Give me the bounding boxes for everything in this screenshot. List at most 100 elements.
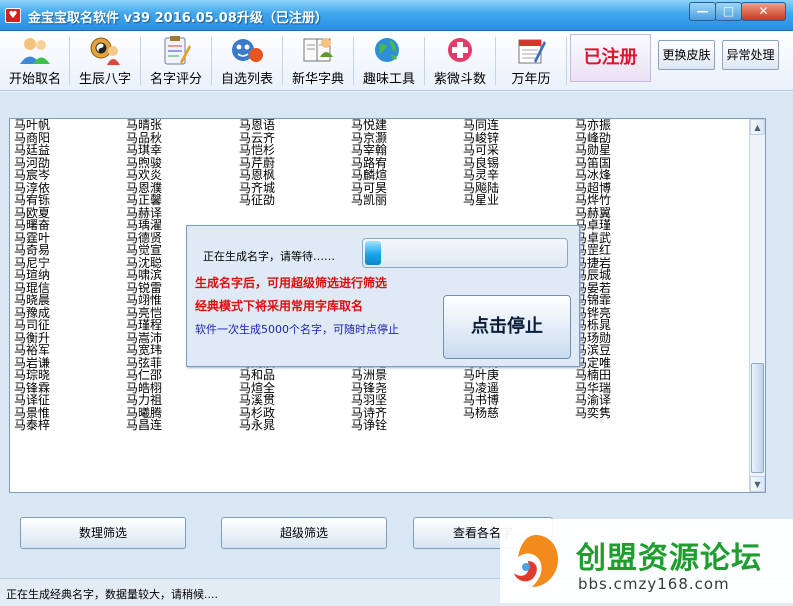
list-item[interactable]: 马星业 xyxy=(463,194,575,207)
list-item[interactable]: 马烨竹 xyxy=(575,194,687,207)
list-item[interactable]: 马正馨 xyxy=(126,194,238,207)
list-item[interactable]: 马宰翰 xyxy=(351,144,463,157)
name-column: 马亦振 马峰劭 马勋星 马笛国 马冰烽 马超博 马烨竹 马赫翼 马卓瑾 马卓武 马罡红 马捷岩 马辰城马… xyxy=(575,119,687,432)
list-item[interactable]: 马同连 xyxy=(463,119,575,132)
tool-birth-bazi[interactable]: 生辰八字 xyxy=(70,33,140,89)
list-item[interactable]: 马羽坚 xyxy=(351,394,463,407)
clipboard-icon xyxy=(158,35,194,65)
list-item[interactable]: 马杨慈 xyxy=(463,406,575,420)
minimize-button[interactable]: — xyxy=(689,2,716,21)
calendar-icon xyxy=(513,35,549,65)
list-item[interactable]: 马力祖 xyxy=(126,394,238,407)
tool-xinhua-dictionary[interactable]: 新华字典 xyxy=(283,33,353,89)
list-item[interactable]: 马永晁 xyxy=(239,419,351,432)
list-item[interactable]: 马勋星 xyxy=(575,144,687,157)
list-item[interactable]: 马卓瑾 xyxy=(575,219,687,232)
list-item[interactable]: 马罡红 xyxy=(575,244,687,257)
list-item[interactable] xyxy=(351,207,463,220)
list-item[interactable]: 马仁邵 xyxy=(126,369,238,382)
list-item[interactable]: 马悦建 xyxy=(351,119,463,132)
scroll-up-arrow-icon[interactable]: ▲ xyxy=(750,119,765,135)
list-item[interactable]: 马欢炎 xyxy=(126,169,238,182)
list-item[interactable]: 马恩语 xyxy=(239,119,351,132)
status-text: 正在生成经典名字，数据量较大，请稍候.... xyxy=(6,588,218,601)
list-item[interactable]: 马和品 xyxy=(239,369,351,382)
progress-status-text: 正在生成名字，请等待…… xyxy=(203,250,335,263)
list-item[interactable]: 马奇易 xyxy=(14,244,126,257)
list-item[interactable] xyxy=(463,207,575,220)
stop-button[interactable]: 点击停止 xyxy=(443,295,571,359)
medical-cross-icon xyxy=(442,35,478,65)
list-item[interactable]: 马亦振 xyxy=(575,119,687,132)
watermark-url: bbs.cmzy168.com xyxy=(578,575,730,593)
list-item[interactable]: 马滨豆 xyxy=(575,344,687,357)
list-item[interactable]: 马灵辛 xyxy=(463,169,575,182)
progress-bar-fill xyxy=(365,241,381,265)
tool-name-score[interactable]: 名字评分 xyxy=(141,33,211,89)
list-item[interactable]: 马书博 xyxy=(463,394,575,407)
list-item[interactable]: 马叶帆 xyxy=(14,119,126,132)
list-item[interactable]: 马洲景 xyxy=(351,369,463,382)
list-item[interactable]: 马曙奋 xyxy=(14,219,126,232)
list-item[interactable]: 马瑄纳 xyxy=(14,269,126,282)
globe-icon xyxy=(371,35,407,65)
watermark-title: 创盟资源论坛 xyxy=(576,541,762,576)
list-item[interactable]: 马廷益 xyxy=(14,144,126,157)
list-item[interactable]: 马裕军 xyxy=(14,344,126,357)
tool-custom-list[interactable]: 自选列表 xyxy=(212,33,282,89)
list-item[interactable]: 马凯丽 xyxy=(351,194,463,207)
numerology-filter-button[interactable]: 数理筛选 xyxy=(20,517,186,549)
tool-fun-tools[interactable]: 趣味工具 xyxy=(354,33,424,89)
list-item[interactable] xyxy=(239,207,351,220)
progress-bar xyxy=(362,238,568,268)
list-item[interactable]: 马楠田 xyxy=(575,369,687,382)
list-item[interactable]: 马锦霏 xyxy=(575,294,687,307)
title-bar[interactable]: ♥ 金宝宝取名软件 v39 2016.05.08升级（已注册） — □ ✕ xyxy=(0,0,793,31)
list-item[interactable]: 马诤铨 xyxy=(351,419,463,432)
note-super-filter: 生成名字后，可用超级筛选进行筛选 xyxy=(195,276,388,290)
list-item[interactable]: 马奕隽 xyxy=(575,406,687,420)
list-item[interactable]: 马晓晨 xyxy=(14,294,126,307)
list-item[interactable]: 马琮晓 xyxy=(14,369,126,382)
bagua-icon xyxy=(87,35,123,65)
list-item[interactable]: 马冰烽 xyxy=(575,169,687,182)
list-item[interactable]: 马麟煊 xyxy=(351,169,463,182)
tool-ziwei-doushu[interactable]: 紫微斗数 xyxy=(425,33,495,89)
list-item[interactable]: 马可采 xyxy=(463,144,575,157)
list-item[interactable]: 马恺杉 xyxy=(239,144,351,157)
face-icon xyxy=(229,35,265,65)
list-item[interactable]: 马叶庚 xyxy=(463,369,575,382)
list-item[interactable]: 马栎晁 xyxy=(575,319,687,332)
scroll-down-arrow-icon[interactable]: ▼ xyxy=(750,476,765,492)
list-item[interactable] xyxy=(575,419,687,432)
list-item[interactable] xyxy=(463,419,575,432)
list-item[interactable]: 马晴张 xyxy=(126,119,238,132)
scroll-thumb[interactable] xyxy=(751,363,764,473)
maximize-button[interactable]: □ xyxy=(715,2,742,21)
note-generate-count: 软件一次生成5000个名字，可随时点停止 xyxy=(195,323,399,336)
change-skin-button[interactable]: 更换皮肤 xyxy=(658,40,715,70)
people-icon xyxy=(17,35,53,65)
list-item[interactable]: 马辰城 xyxy=(575,269,687,282)
list-item[interactable]: 马宥铄 xyxy=(14,194,126,207)
super-filter-button[interactable]: 超级筛选 xyxy=(221,517,387,549)
list-item[interactable]: 马恩枫 xyxy=(239,169,351,182)
app-heart-icon: ♥ xyxy=(5,8,21,23)
close-button[interactable]: ✕ xyxy=(741,2,786,21)
error-handling-button[interactable]: 异常处理 xyxy=(722,40,779,70)
list-scrollbar[interactable]: ▲ ▼ xyxy=(749,119,765,492)
list-item[interactable]: 马溪贯 xyxy=(239,394,351,407)
progress-dialog: 正在生成名字，请等待…… 生成名字后，可用超级筛选进行筛选 经典模式下将采用常用… xyxy=(186,225,580,367)
list-item[interactable]: 马译征 xyxy=(14,394,126,407)
watermark: 创盟资源论坛 bbs.cmzy168.com xyxy=(500,519,793,603)
list-item[interactable]: 马渝译 xyxy=(575,394,687,407)
list-item[interactable]: 马琪幸 xyxy=(126,144,238,157)
name-column: 马叶帆 马商阳 马廷益 马河劭 马宸岑 马淳依 马宥铄 马欧夏 马曙奋 马霆叶 马奇易 马尼宁 马瑄纳马… xyxy=(14,119,126,432)
list-item[interactable]: 马昌连 xyxy=(126,419,238,432)
tool-start-naming[interactable]: 开始取名 xyxy=(0,33,70,89)
list-item[interactable]: 马泰梓 xyxy=(14,419,126,432)
list-item[interactable]: 马宸岑 xyxy=(14,169,126,182)
list-item[interactable]: 马司征 xyxy=(14,319,126,332)
list-item[interactable]: 马征劭 xyxy=(239,194,351,207)
tool-perpetual-calendar[interactable]: 万年历 xyxy=(496,33,566,89)
